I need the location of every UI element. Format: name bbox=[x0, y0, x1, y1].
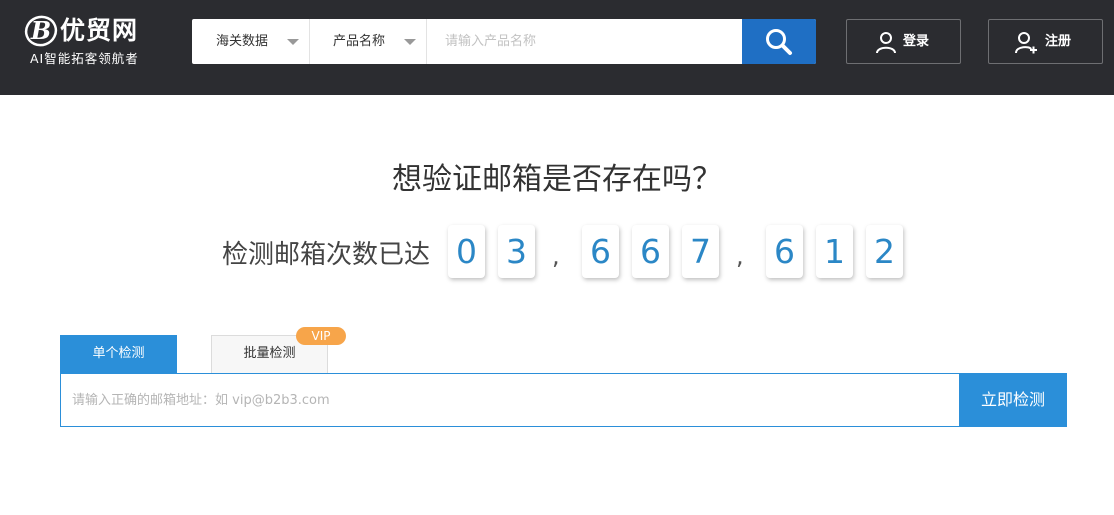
top-header: B 优贸网 AI智能拓客领航者 海关数据 产品名称 登录 bbox=[0, 0, 1114, 95]
counter-separator: , bbox=[736, 242, 744, 270]
data-type-select-value: 海关数据 bbox=[216, 34, 269, 49]
login-label: 登录 bbox=[903, 34, 930, 49]
page-title: 想验证邮箱是否存在吗？ bbox=[392, 162, 722, 197]
counter-digit: 1 bbox=[816, 225, 853, 278]
email-check-form: 立即检测 bbox=[60, 373, 1067, 427]
data-type-select[interactable]: 海关数据 bbox=[192, 19, 310, 64]
counter-digit: 7 bbox=[682, 225, 719, 278]
logo-name: 优贸网 bbox=[60, 16, 139, 45]
check-now-button[interactable]: 立即检测 bbox=[959, 373, 1067, 427]
tab-single-check[interactable]: 单个检测 bbox=[60, 335, 177, 373]
search-field-select-value: 产品名称 bbox=[333, 34, 386, 49]
counter-digit: 6 bbox=[766, 225, 803, 278]
counter-label: 检测邮箱次数已达 bbox=[222, 240, 431, 270]
caret-down-icon bbox=[404, 39, 416, 45]
counter-digit: 0 bbox=[448, 225, 485, 278]
search-bar: 海关数据 产品名称 bbox=[192, 19, 816, 64]
counter-digit: 3 bbox=[498, 225, 535, 278]
search-icon bbox=[766, 29, 792, 55]
vip-badge: VIP bbox=[296, 327, 346, 345]
search-field-select[interactable]: 产品名称 bbox=[310, 19, 427, 64]
register-button[interactable]: 注册 bbox=[988, 19, 1103, 64]
svg-text:B: B bbox=[30, 16, 51, 45]
register-label: 注册 bbox=[1045, 34, 1072, 49]
counter-digit: 2 bbox=[866, 225, 903, 278]
logo-slogan: AI智能拓客领航者 bbox=[30, 51, 139, 66]
counter-separator: , bbox=[552, 242, 560, 270]
counter-digit: 6 bbox=[582, 225, 619, 278]
search-button[interactable] bbox=[742, 19, 816, 64]
user-icon bbox=[876, 32, 896, 54]
login-button[interactable]: 登录 bbox=[846, 19, 961, 64]
caret-down-icon bbox=[287, 39, 299, 45]
email-input[interactable] bbox=[61, 374, 959, 426]
logo-b-icon: B bbox=[24, 15, 58, 47]
site-logo[interactable]: B 优贸网 AI智能拓客领航者 bbox=[24, 14, 174, 74]
search-input[interactable] bbox=[428, 19, 742, 64]
user-add-icon bbox=[1015, 32, 1037, 54]
counter-digit: 6 bbox=[632, 225, 669, 278]
